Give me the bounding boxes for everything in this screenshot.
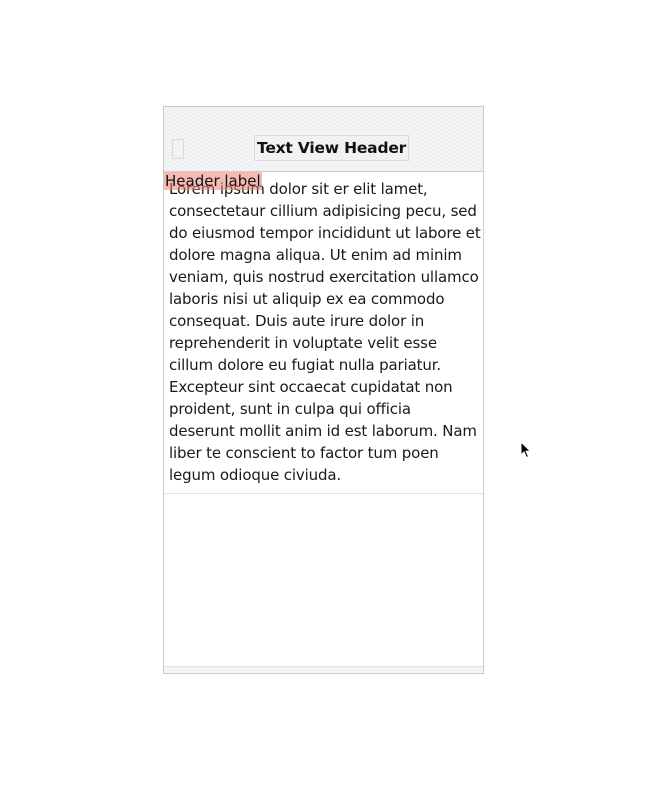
nav-bar-left-item[interactable] [172,139,184,159]
header-label: Header label [164,172,262,190]
text-view-container: Header label Lorem ipsum dolor sit er el… [164,172,483,494]
navigation-bar: Text View Header [164,107,483,172]
nav-bar-title: Text View Header [254,135,410,161]
view-controller-frame: Text View Header Header label Lorem ipsu… [163,106,484,674]
canvas: Text View Header Header label Lorem ipsu… [0,0,656,810]
mouse-pointer-icon [520,441,532,459]
bottom-toolbar-strip [164,666,483,673]
text-view[interactable]: Lorem ipsum dolor sit er elit lamet, con… [169,178,481,486]
